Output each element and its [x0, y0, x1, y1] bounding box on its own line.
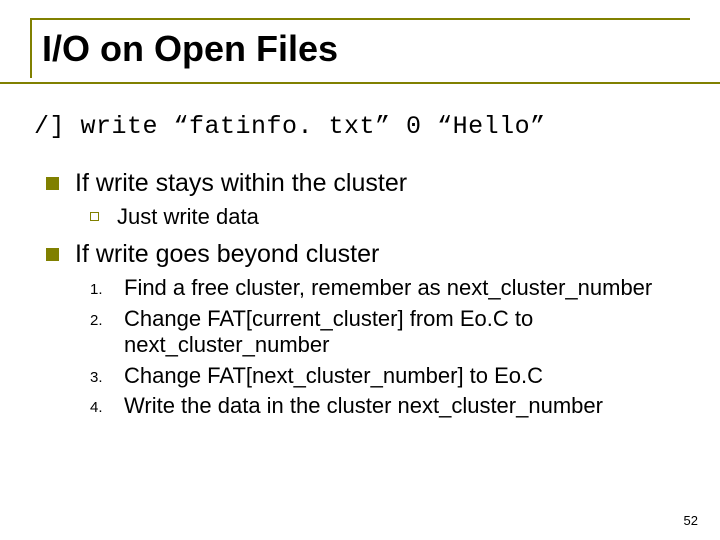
bullet-text: If write stays within the cluster: [75, 169, 407, 198]
numbered-text: Write the data in the cluster next_clust…: [124, 393, 603, 419]
numbered-text: Find a free cluster, remember as next_cl…: [124, 275, 652, 301]
square-bullet-icon: [46, 177, 59, 190]
numbered-item: 3. Change FAT[next_cluster_number] to Eo…: [34, 363, 690, 389]
list-number: 4.: [90, 399, 104, 416]
sub-item: Just write data: [34, 204, 690, 230]
title-frame: I/O on Open Files: [30, 18, 690, 78]
command-line: /] write “fatinfo. txt” 0 “Hello”: [34, 112, 690, 141]
square-bullet-icon: [46, 248, 59, 261]
numbered-text: Change FAT[current_cluster] from Eo.C to…: [124, 306, 690, 359]
numbered-item: 2. Change FAT[current_cluster] from Eo.C…: [34, 306, 690, 359]
bullet-item: If write stays within the cluster: [34, 169, 690, 198]
bullet-text: If write goes beyond cluster: [75, 240, 379, 269]
numbered-item: 4. Write the data in the cluster next_cl…: [34, 393, 690, 419]
hollow-square-icon: [90, 212, 99, 221]
list-number: 2.: [90, 312, 104, 329]
page-number: 52: [684, 513, 698, 528]
numbered-item: 1. Find a free cluster, remember as next…: [34, 275, 690, 301]
slide-title: I/O on Open Files: [42, 28, 690, 70]
list-number: 1.: [90, 281, 104, 298]
slide: I/O on Open Files /] write “fatinfo. txt…: [0, 0, 720, 540]
bullet-item: If write goes beyond cluster: [34, 240, 690, 269]
content-area: /] write “fatinfo. txt” 0 “Hello” If wri…: [30, 84, 690, 419]
sub-text: Just write data: [117, 204, 259, 230]
numbered-text: Change FAT[next_cluster_number] to Eo.C: [124, 363, 543, 389]
list-number: 3.: [90, 369, 104, 386]
